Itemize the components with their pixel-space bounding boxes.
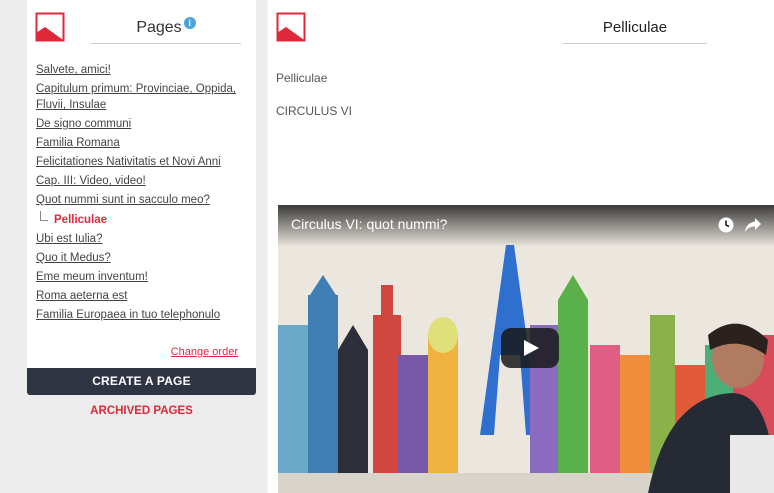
group-name-text: CIRCULUS VI: [276, 104, 353, 118]
sidebar-item-label: Quot nummi sunt in sacculo meo?: [36, 194, 210, 206]
sidebar-item[interactable]: Roma aeterna est: [36, 288, 250, 304]
page-title-header: Pelliculae: [563, 12, 707, 44]
sidebar-item[interactable]: Familia Romana: [36, 135, 250, 151]
clock-icon[interactable]: [718, 217, 734, 233]
info-icon[interactable]: i: [183, 17, 196, 29]
pages-list: Salvete, amici! Capitulum primum: Provinc…: [36, 62, 250, 326]
sidebar-item[interactable]: Felicitationes Nativitatis et Novi Anni: [36, 154, 250, 170]
sidebar-item[interactable]: Familia Europaea in tuo telephonulo: [36, 307, 250, 323]
sidebar-title: Pages: [136, 19, 182, 36]
video-player[interactable]: Circulus VI: quot nummi?: [278, 205, 774, 493]
sidebar-item-label: Pelliculae: [54, 214, 108, 226]
sidebar-item-label: Capitulum primum: Provinciae, Oppida, Fl…: [36, 83, 237, 111]
page-title: Pelliculae: [602, 19, 668, 36]
sidebar-header: Pages i: [91, 12, 241, 44]
sidebar-item[interactable]: Ubi est Iulia?: [36, 231, 250, 247]
sidebar-item[interactable]: Capitulum primum: Provinciae, Oppida, Fl…: [36, 81, 250, 113]
play-icon[interactable]: [501, 328, 559, 368]
create-page-button[interactable]: CREATE A PAGE: [27, 368, 256, 395]
change-order-link[interactable]: Change order: [171, 346, 238, 358]
sidebar-item[interactable]: Quot nummi sunt in sacculo meo?: [36, 192, 250, 208]
tree-connector-icon: [40, 211, 48, 221]
sidebar-item-current[interactable]: Pelliculae: [36, 211, 250, 228]
sidebar-item-label: Salvete, amici!: [36, 64, 111, 76]
sidebar-item-label: Quo it Medus?: [36, 252, 111, 264]
sidebar-item[interactable]: Cap. III: Video, video!: [36, 173, 250, 189]
page-logo-icon: [276, 12, 306, 42]
sidebar-item-label: Familia Romana: [36, 137, 120, 149]
share-icon[interactable]: [744, 217, 762, 233]
sidebar-item-label: Ubi est Iulia?: [36, 233, 103, 245]
pages-sidebar: Pages i Salvete, amici! Capitulum primum: …: [27, 0, 256, 368]
sidebar-item-label: Familia Europaea in tuo telephonulo: [36, 309, 221, 321]
sidebar-item-label: Cap. III: Video, video!: [36, 175, 146, 187]
sidebar-item-label: Felicitationes Nativitatis et Novi Anni: [36, 156, 221, 168]
page: Pages i Salvete, amici! Capitulum primum: …: [0, 0, 774, 493]
sidebar-item[interactable]: Eme meum inventum!: [36, 269, 250, 285]
sidebar-item[interactable]: Salvete, amici!: [36, 62, 250, 78]
page-name-text: Pelliculae: [276, 71, 328, 85]
archived-pages-link[interactable]: ARCHIVED PAGES: [27, 405, 256, 417]
sidebar-item-label: Eme meum inventum!: [36, 271, 148, 283]
sidebar-item[interactable]: Quo it Medus?: [36, 250, 250, 266]
sidebar-item[interactable]: De signo communi: [36, 116, 250, 132]
video-title[interactable]: Circulus VI: quot nummi?: [291, 216, 447, 232]
main-content: Pelliculae Pelliculae CIRCULUS VI Circul…: [268, 0, 774, 493]
app-logo-icon[interactable]: [35, 12, 65, 42]
sidebar-item-label: De signo communi: [36, 118, 132, 130]
sidebar-item-label: Roma aeterna est: [36, 290, 128, 302]
